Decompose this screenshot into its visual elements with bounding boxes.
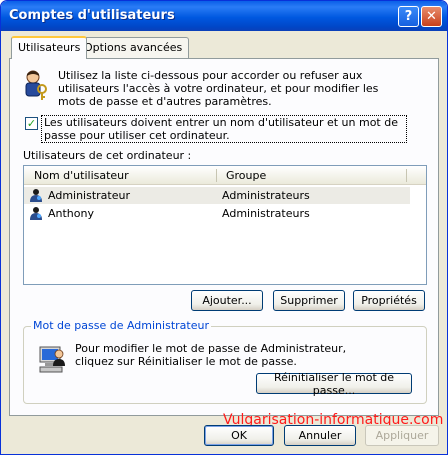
user-icon — [30, 189, 42, 202]
admin-password-group-title: Mot de passe de Administrateur — [31, 319, 211, 332]
table-row[interactable]: Anthony Administrateurs — [24, 205, 410, 222]
remove-user-button[interactable]: Supprimer — [273, 290, 345, 311]
add-user-button[interactable]: Ajouter... — [191, 290, 263, 311]
title-bar[interactable]: Comptes d'utilisateurs ? ✕ — [1, 1, 447, 31]
column-header-username[interactable]: Nom d'utilisateur — [34, 169, 129, 182]
column-separator[interactable] — [216, 169, 217, 182]
row-username: Anthony — [48, 207, 94, 220]
user-icon — [30, 207, 42, 220]
help-button[interactable]: ? — [398, 6, 419, 27]
row-group: Administrateurs — [222, 189, 310, 202]
column-header-group[interactable]: Groupe — [226, 169, 266, 182]
computer-user-icon — [39, 346, 65, 373]
tab-users[interactable]: Utilisateurs — [11, 36, 88, 59]
close-button[interactable]: ✕ — [421, 6, 442, 27]
user-accounts-dialog: Comptes d'utilisateurs ? ✕ Utilisateurs … — [0, 0, 448, 455]
table-row[interactable]: Administrateur Administrateurs — [24, 187, 410, 204]
users-listview[interactable]: Nom d'utilisateur Groupe Administrateur … — [23, 165, 427, 285]
reset-password-button[interactable]: Réinitialiser le mot de passe... — [256, 371, 412, 397]
cancel-button[interactable]: Annuler — [284, 425, 356, 446]
column-separator[interactable] — [406, 169, 407, 182]
users-keys-icon — [25, 70, 47, 100]
require-login-label[interactable]: Les utilisateurs doivent entrer un nom d… — [41, 115, 407, 143]
row-username: Administrateur — [48, 189, 130, 202]
users-list-label: Utilisateurs de cet ordinateur : — [23, 149, 192, 162]
listview-header: Nom d'utilisateur Groupe — [24, 166, 426, 185]
window-title: Comptes d'utilisateurs — [9, 8, 175, 23]
properties-button[interactable]: Propriétés — [353, 290, 425, 311]
apply-button[interactable]: Appliquer — [365, 425, 439, 446]
intro-text: Utilisez la liste ci-dessous pour accord… — [58, 69, 379, 108]
admin-password-text: Pour modifier le mot de passe de Adminis… — [75, 342, 347, 368]
row-group: Administrateurs — [222, 207, 310, 220]
tab-advanced-options[interactable]: Options avancées — [77, 37, 190, 58]
require-login-checkbox[interactable]: ✓ — [25, 117, 38, 130]
ok-button[interactable]: OK — [204, 425, 274, 446]
